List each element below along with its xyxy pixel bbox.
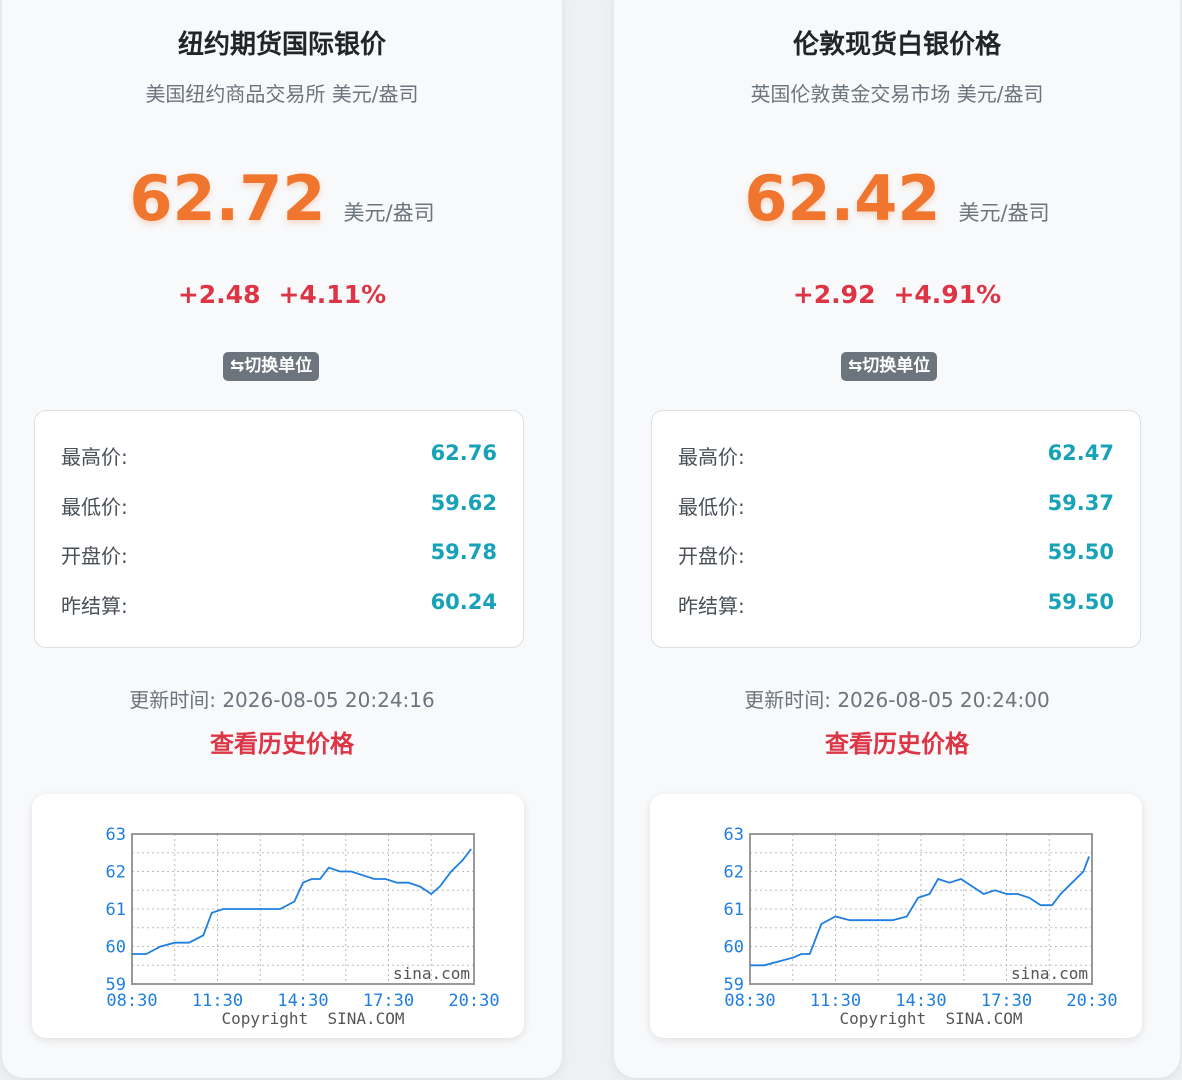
stat-label: 最高价: (61, 445, 128, 469)
stat-row-high: 最高价: 62.47 (678, 441, 1114, 471)
card-title: 纽约期货国际银价 (177, 30, 386, 60)
stat-row-low: 最低价: 59.37 (678, 491, 1114, 521)
stat-label: 开盘价: (678, 544, 745, 568)
stat-value: 62.47 (1047, 441, 1114, 465)
stat-label: 最低价: (61, 495, 128, 519)
history-price-link[interactable]: 查看历史价格 (614, 724, 1180, 759)
stat-label: 开盘价: (61, 544, 128, 568)
history-price-link[interactable]: 查看历史价格 (2, 724, 562, 759)
y-tick-label: 60 (724, 938, 744, 958)
price-unit: 美元/盎司 (958, 201, 1050, 225)
chart-copyright: Copyright SINA.COM (221, 1009, 404, 1028)
london-silver-card: 伦敦现货白银价格 英国伦敦黄金交易市场 美元/盎司 62.42 美元/盎司 +2.… (614, 0, 1180, 1078)
stat-value: 62.76 (430, 441, 497, 465)
stat-row-open: 开盘价: 59.78 (61, 540, 497, 570)
card-subtitle: 英国伦敦黄金交易市场 美元/盎司 (750, 82, 1044, 106)
stat-row-open: 开盘价: 59.50 (678, 540, 1114, 570)
x-tick-label: 08:30 (724, 991, 775, 1011)
stat-value: 60.24 (430, 590, 497, 614)
price-chart-svg: 596061626308:30 11:30 14:30 17:30 20:30sina.… (106, 825, 500, 1028)
stats-panel: 最高价: 62.76 最低价: 59.62 开盘价: 59.78 昨结算: 60… (34, 410, 524, 648)
card-title: 伦敦现货白银价格 (792, 30, 1001, 60)
x-tick-label: 17:30 (363, 991, 414, 1011)
update-time: 更新时间: 2026-08-05 20:24:16 (129, 688, 435, 712)
price-series-line (750, 856, 1090, 967)
x-tick-label: 20:30 (448, 991, 499, 1011)
x-tick-label: 14:30 (277, 991, 328, 1011)
stat-row-low: 最低价: 59.62 (61, 491, 497, 521)
current-price: 62.42 (744, 162, 941, 235)
price-row: 62.42 美元/盎司 (614, 162, 1180, 235)
change-row: +2.48 +4.11% (2, 280, 562, 309)
x-tick-label: 11:30 (810, 991, 861, 1011)
price-chart: 59 60 61 62 63 08:30 11:30 14:30 17:30 20:30 sina.… (650, 794, 1142, 1038)
stats-panel: 最高价: 62.47 最低价: 59.37 开盘价: 59.50 昨结算: 59… (651, 410, 1141, 648)
price-change-percent: +4.91% (893, 280, 1002, 309)
stat-label: 昨结算: (678, 594, 745, 618)
stat-value: 59.37 (1047, 491, 1114, 515)
price-change-percent: +4.11% (278, 280, 387, 309)
update-time: 更新时间: 2026-08-05 20:24:00 (744, 688, 1050, 712)
switch-unit-button[interactable]: ⇆切换单位 (223, 352, 320, 381)
y-tick-label: 63 (106, 825, 126, 845)
x-tick-label: 14:30 (895, 991, 946, 1011)
y-tick-label: 63 (724, 825, 744, 845)
stat-value: 59.62 (430, 491, 497, 515)
price-unit: 美元/盎司 (343, 201, 435, 225)
price-change: +2.92 (792, 280, 876, 309)
y-tick-label: 62 (724, 863, 744, 883)
stat-row-prev-settle: 昨结算: 59.50 (678, 590, 1114, 620)
price-chart-svg: 596061626308:30 11:30 14:30 17:30 20:30sina.… (724, 825, 1118, 1028)
price-series-line (132, 848, 472, 955)
x-tick-label: 17:30 (981, 991, 1032, 1011)
y-tick-label: 60 (106, 938, 126, 958)
stat-label: 最高价: (678, 445, 745, 469)
chart-watermark: sina.com (393, 964, 470, 983)
price-row: 62.72 美元/盎司 (2, 162, 562, 235)
x-tick-label: 08:30 (106, 991, 157, 1011)
stat-value: 59.50 (1047, 590, 1114, 614)
stat-row-prev-settle: 昨结算: 60.24 (61, 590, 497, 620)
stat-label: 最低价: (678, 495, 745, 519)
y-tick-label: 62 (106, 863, 126, 883)
x-tick-label: 20:30 (1066, 991, 1117, 1011)
y-tick-label: 61 (724, 900, 744, 920)
card-subtitle: 美国纽约商品交易所 美元/盎司 (145, 82, 419, 106)
price-chart: 59 60 61 62 63 08:30 11:30 14:30 17:30 20:30 sina.… (32, 794, 524, 1038)
switch-unit-button[interactable]: ⇆切换单位 (841, 352, 938, 381)
chart-watermark: sina.com (1011, 964, 1088, 983)
change-row: +2.92 +4.91% (614, 280, 1180, 309)
y-tick-label: 61 (106, 900, 126, 920)
price-change: +2.48 (177, 280, 261, 309)
chart-copyright: Copyright SINA.COM (839, 1009, 1022, 1028)
stat-value: 59.78 (430, 540, 497, 564)
stat-label: 昨结算: (61, 594, 128, 618)
ny-silver-card: 纽约期货国际银价 美国纽约商品交易所 美元/盎司 62.72 美元/盎司 +2.4… (2, 0, 562, 1078)
current-price: 62.72 (129, 162, 326, 235)
stat-row-high: 最高价: 62.76 (61, 441, 497, 471)
stat-value: 59.50 (1047, 540, 1114, 564)
x-tick-label: 11:30 (192, 991, 243, 1011)
